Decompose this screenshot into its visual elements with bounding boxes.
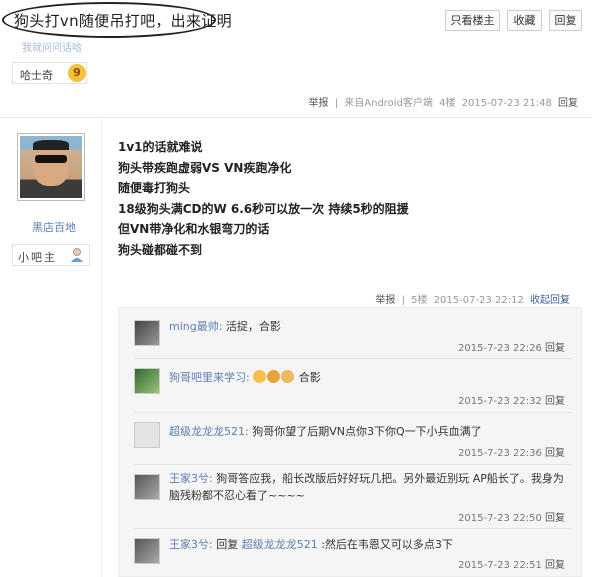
client-source: 来自Android客户端 [344, 98, 433, 109]
content-line: 但VN带净化和水银弯刀的话 [118, 222, 270, 236]
reply-time: 2015-7-23 22:50 [458, 513, 542, 524]
role-label: 小吧主 [18, 251, 57, 264]
reply-prefix: 回复 [212, 538, 242, 551]
reply-target[interactable]: 超级龙龙龙521 [242, 538, 318, 551]
thread-header: 狗头打vn随便吊打吧，出来证明 只看楼主 收藏 回复 [0, 0, 592, 42]
avatar[interactable] [134, 422, 160, 448]
only-op-button[interactable]: 只看楼主 [445, 10, 500, 31]
reply-list: ming最帅: 活捉，合影 2015-7-23 22:26 回复 狗哥吧里来学习… [118, 307, 582, 577]
reply-text: 合影 [295, 371, 321, 384]
report-link[interactable]: 举报 [309, 98, 329, 109]
content-line: 狗头带疾跑虚弱VS VN疾跑净化 [118, 160, 292, 175]
reply-link[interactable]: 回复 [545, 448, 565, 459]
reply-text: 活捉，合影 [222, 320, 281, 333]
avatar[interactable] [134, 474, 160, 500]
avatar[interactable] [134, 320, 160, 346]
reply-time: 2015-7-23 22:36 [458, 448, 542, 459]
divider [134, 412, 572, 413]
content-line: 随便毒打狗头 [118, 181, 191, 195]
person-icon [71, 248, 83, 262]
thumbs-emoji-icon [281, 370, 295, 383]
thread-title: 狗头打vn随便吊打吧，出来证明 [14, 12, 232, 30]
content-line: 18级狗头满CD的W 6.6秒可以放一次 持续5秒的阻援 [118, 201, 409, 216]
post-time: 2015-07-23 22:12 [433, 295, 524, 306]
reply-text: :然后在韦恩又可以多点3下 [317, 538, 453, 551]
reply-button[interactable]: 回复 [549, 10, 582, 31]
reply-text: 狗哥你望了后期VN点你3下你Q一下小兵血满了 [248, 425, 482, 438]
reply-time: 2015-7-23 22:32 [458, 396, 542, 407]
reply-author[interactable]: ming最帅: [169, 320, 222, 333]
avatar[interactable] [17, 133, 85, 201]
favorite-button[interactable]: 收藏 [507, 10, 542, 31]
peace-emoji-icon [253, 370, 267, 383]
post2-author[interactable]: 黑店百地 [32, 219, 76, 235]
post1-member-badge: 哈士奇 9 [12, 62, 87, 84]
floor-number: 5楼 [411, 295, 428, 306]
reply-link[interactable]: 回复 [545, 343, 565, 354]
divider [134, 464, 572, 465]
reply-text-continued: 脑残粉都不忍心看了~~~~ [169, 489, 305, 502]
post1-meta: 举报 | 来自Android客户端 4楼 2015-07-23 21:48 回复 [308, 98, 578, 109]
reply-link[interactable]: 回复 [558, 98, 578, 109]
level-star-icon: 9 [68, 64, 86, 82]
reply-time: 2015-7-23 22:51 [458, 560, 542, 571]
reply-text: 狗哥答应我，船长改版后好好玩几把。另外最近别玩 AP船长了。我身为 [212, 472, 564, 485]
reply-link[interactable]: 回复 [545, 396, 565, 407]
post2-meta: 举报 | 5楼 2015-07-23 22:12 收起回复 [375, 295, 570, 306]
badge-name: 哈士奇 [20, 69, 53, 82]
reply-author[interactable]: 狗哥吧里来学习: [169, 371, 250, 384]
post-time: 2015-07-23 21:48 [461, 98, 552, 109]
content-line: 1v1的话就难说 [118, 140, 203, 154]
smile-emoji-icon [267, 370, 281, 383]
divider [134, 528, 572, 529]
reply-author[interactable]: 王家3兮: [169, 472, 213, 485]
collapse-replies-link[interactable]: 收起回复 [530, 295, 570, 306]
reply-link[interactable]: 回复 [545, 560, 565, 571]
post1-author-fragment[interactable]: 我就问问话哈 [22, 39, 82, 54]
reply-time: 2015-7-23 22:26 [458, 343, 542, 354]
floor-number: 4楼 [439, 98, 456, 109]
divider [134, 358, 572, 359]
avatar[interactable] [134, 368, 160, 394]
post2-role-badge: 小吧主 [12, 244, 90, 266]
report-link[interactable]: 举报 [375, 295, 395, 306]
post2-content: 1v1的话就难说 狗头带疾跑虚弱VS VN疾跑净化 随便毒打狗头 18级狗头满C… [118, 137, 409, 260]
avatar[interactable] [134, 538, 160, 564]
reply-link[interactable]: 回复 [545, 513, 565, 524]
reply-author[interactable]: 王家3兮: [169, 538, 213, 551]
reply-author[interactable]: 超级龙龙龙521: [169, 425, 249, 438]
content-line: 狗头碰都碰不到 [118, 242, 203, 257]
